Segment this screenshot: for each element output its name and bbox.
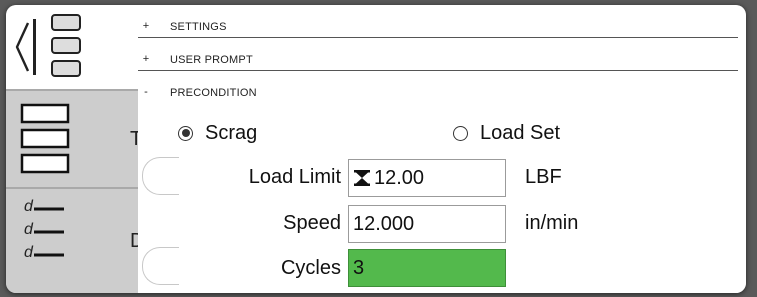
section-title: USER PROMPT [170,54,253,66]
section-user-prompt[interactable]: + USER PROMPT [138,50,738,71]
row-edge-decoration [142,157,179,195]
load-limit-label: Load Limit [248,166,341,188]
speed-label: Speed [283,212,341,234]
list-prefix-3: d [24,244,33,261]
cycles-label: Cycles [280,257,341,279]
section-precondition[interactable]: - PRECONDITION [138,83,738,103]
radio-unselected-icon [453,125,468,141]
list-prefix-1: d [24,198,33,215]
radio-label: Load Set [480,121,561,144]
sidebar-item-layout[interactable] [6,91,138,189]
load-limit-unit: LBF [525,166,562,188]
collapse-icon: - [144,86,148,98]
radio-load-set[interactable]: Load Set [453,121,560,145]
expand-icon: + [142,20,150,32]
radio-selected-icon [178,125,193,141]
section-title: SETTINGS [170,21,227,33]
speed-input[interactable]: 12.000 [348,205,506,243]
settings-panel: + SETTINGS + USER PROMPT - PRECONDITION … [138,5,746,293]
stacked-boxes-icon [20,103,70,174]
section-settings[interactable]: + SETTINGS [138,17,738,38]
load-limit-input[interactable]: 12.00 [348,159,506,197]
speed-unit: in/min [525,212,579,234]
sidebar-item-list[interactable]: d d d [6,189,138,293]
list-prefix-2: d [24,221,33,238]
speed-value: 12.000 [353,212,415,235]
expand-icon: + [142,53,150,65]
row-edge-decoration [142,247,179,285]
app-window: d d d T D + SETTINGS + USER PROMPT - PRE… [6,5,746,293]
radio-scrag[interactable]: Scrag [178,121,257,145]
section-title: PRECONDITION [170,87,257,99]
collapse-panel-icon [15,14,81,77]
cycles-value: 3 [353,256,365,279]
load-limit-value: 12.00 [374,166,425,189]
radio-label: Scrag [205,121,258,144]
sidebar-collapse-button[interactable] [6,5,138,91]
cycles-input[interactable]: 3 [348,249,506,287]
hourglass-icon [354,170,370,186]
